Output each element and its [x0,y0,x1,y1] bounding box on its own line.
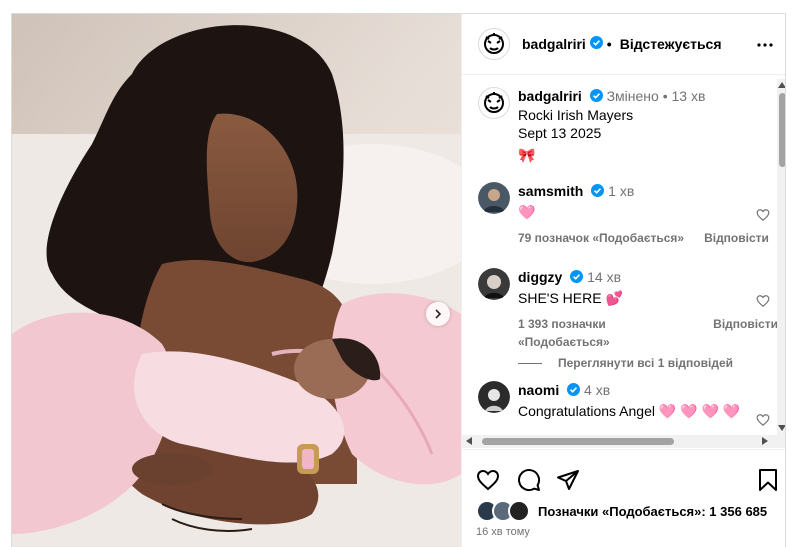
post-dialog: badgalriri • Відстежується badgalriri Зм… [11,13,786,547]
comment-text: 🩷 [518,204,536,221]
verified-badge-icon [567,382,581,400]
horizontal-scrollbar[interactable] [462,435,785,448]
caption-username[interactable]: badgalriri [518,88,582,104]
comment-text: Congratulations Angel 🩷 🩷 🩷 🩷 [518,403,741,420]
scroll-right-icon[interactable] [762,437,768,445]
comment-likes[interactable]: 79 позначок «Подобається» [518,229,684,247]
post-time[interactable]: 16 хв тому [476,526,530,538]
comment-likes[interactable]: 1 393 позначки «Подобається» [518,315,693,351]
comment-text: SHE'S HERE 💕 [518,290,623,307]
comment-time[interactable]: 4 хв [584,382,610,398]
heart-icon[interactable] [756,413,770,432]
author-avatar[interactable] [478,28,510,60]
post-header: badgalriri • Відстежується [462,14,785,75]
reply-button[interactable]: Відповісти [704,229,769,247]
caption-line: Rocki Irish Mayers [518,107,634,124]
liker-avatar [508,500,530,522]
heart-icon[interactable] [756,208,770,227]
vertical-scrollbar[interactable] [777,79,785,435]
heart-icon[interactable] [476,468,500,497]
bookmark-icon[interactable] [757,468,779,497]
scroll-down-icon[interactable] [778,425,785,431]
caption-line: Sept 13 2025 [518,125,602,142]
commenter-avatar[interactable] [478,182,510,214]
more-options-icon[interactable] [753,33,777,57]
next-photo-button[interactable] [426,302,450,326]
comment-username[interactable]: naomi [518,382,559,398]
comment-time[interactable]: 1 хв [608,183,634,199]
verified-badge-icon [591,183,605,201]
photo-illustration [12,14,461,547]
edited-label: Змінено [606,88,659,104]
divider [518,362,542,364]
post-side-panel: badgalriri • Відстежується badgalriri Зм… [461,14,785,547]
follow-button[interactable]: Відстежується [620,36,722,52]
separator-dot: • [662,88,668,104]
caption-time[interactable]: 13 хв [672,88,706,104]
scrollbar-thumb[interactable] [779,93,785,167]
post-photo [12,14,461,547]
scroll-up-icon[interactable] [778,82,785,88]
post-actions: Позначки «Подобається»: 1 356 685 16 хв … [462,449,785,547]
verified-badge-icon [589,88,603,106]
comment-username[interactable]: samsmith [518,183,583,199]
reply-button[interactable]: Відповісти [713,315,778,351]
separator-dot: • [606,36,612,52]
comment-username[interactable]: diggzy [518,269,562,285]
scrollbar-thumb[interactable] [482,438,674,445]
verified-badge-icon [570,269,584,287]
scroll-left-icon[interactable] [466,437,472,445]
view-replies-label: Переглянути всі 1 відповідей [558,356,733,370]
verified-badge-icon [589,36,603,52]
heart-icon[interactable] [756,294,770,313]
share-icon[interactable] [556,468,580,497]
author-avatar[interactable] [478,87,510,119]
view-replies-button[interactable]: Переглянути всі 1 відповідей [518,356,733,370]
commenter-avatar[interactable] [478,268,510,300]
comment-icon[interactable] [517,468,541,497]
chevron-right-icon [433,309,443,319]
author-username[interactable]: badgalriri [522,36,586,52]
caption-line: 🎀 [518,147,536,164]
commenter-avatar[interactable] [478,381,510,413]
likes-summary[interactable]: Позначки «Подобається»: 1 356 685 [476,500,767,522]
comment-time[interactable]: 14 хв [587,269,621,285]
comments-list[interactable]: badgalriri Змінено • 13 хв Rocki Irish M… [462,75,785,435]
likes-count[interactable]: Позначки «Подобається»: 1 356 685 [538,504,767,519]
